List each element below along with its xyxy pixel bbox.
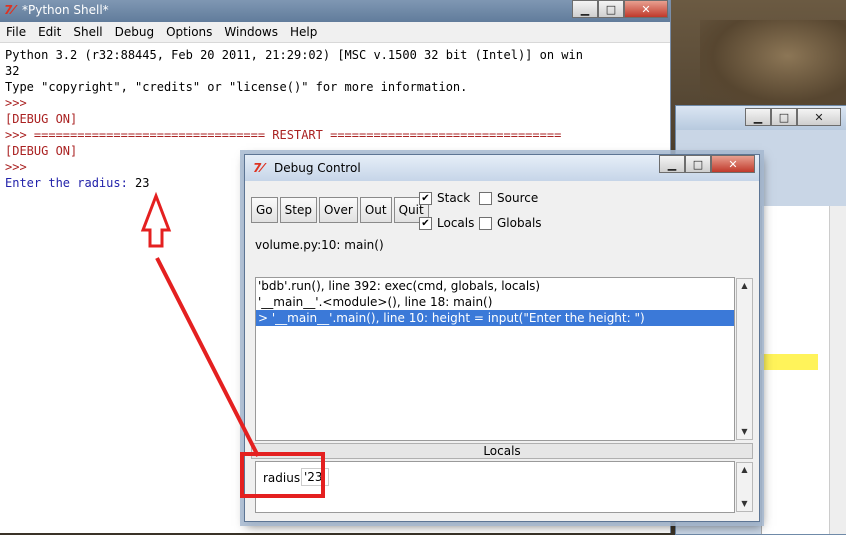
shell-line: Type "copyright", "credits" or "license(… xyxy=(5,80,468,94)
close-icon[interactable]: ✕ xyxy=(711,155,755,173)
shell-restart-line: >>> ================================ RES… xyxy=(5,128,562,142)
tk-icon: 7⁄ xyxy=(4,3,15,17)
minimize-icon[interactable]: ▁ xyxy=(745,108,771,126)
annotation-highlight-box xyxy=(240,452,325,498)
source-checkbox[interactable]: Source xyxy=(479,191,538,205)
tk-icon: 7⁄ xyxy=(253,161,264,175)
minimize-icon[interactable]: ▁ xyxy=(659,155,685,173)
menu-shell[interactable]: Shell xyxy=(67,25,108,39)
scroll-down-icon[interactable]: ▼ xyxy=(737,497,752,511)
locals-scrollbar[interactable]: ▲ ▼ xyxy=(736,462,753,512)
stack-scrollbar[interactable]: ▲ ▼ xyxy=(736,278,753,440)
minimize-icon[interactable]: ▁ xyxy=(572,0,598,18)
checkbox-unchecked-icon xyxy=(479,191,492,205)
close-icon[interactable]: ✕ xyxy=(624,0,668,18)
close-icon[interactable]: ✕ xyxy=(797,108,841,126)
stack-checkbox[interactable]: ✔ Stack xyxy=(419,191,470,205)
checkbox-checked-icon: ✔ xyxy=(419,191,432,205)
maximize-icon[interactable]: □ xyxy=(598,0,624,18)
step-button[interactable]: Step xyxy=(279,197,317,223)
menu-debug[interactable]: Debug xyxy=(109,25,160,39)
go-button[interactable]: Go xyxy=(251,197,278,223)
stack-row[interactable]: '__main__'.<module>(), line 18: main() xyxy=(256,294,734,310)
background-window-titlebar: ▁ □ ✕ xyxy=(676,106,846,130)
menu-options[interactable]: Options xyxy=(160,25,218,39)
over-button[interactable]: Over xyxy=(318,197,358,223)
stack-list[interactable]: 'bdb'.run(), line 392: exec(cmd, globals… xyxy=(255,277,753,441)
scroll-down-icon[interactable]: ▼ xyxy=(737,425,752,439)
debug-status-text: volume.py:10: main() xyxy=(255,238,384,252)
locals-header: Locals xyxy=(251,443,753,459)
maximize-icon[interactable]: □ xyxy=(685,155,711,173)
background-highlight xyxy=(760,354,818,370)
checkbox-unchecked-icon xyxy=(479,216,492,230)
stack-checkbox-label: Stack xyxy=(437,191,471,205)
debug-title: Debug Control xyxy=(274,161,361,175)
shell-debug-line: [DEBUG ON] xyxy=(5,112,78,126)
debug-button-row: Go Step Over Out Quit xyxy=(251,197,429,223)
menu-windows[interactable]: Windows xyxy=(218,25,284,39)
shell-menubar: File Edit Shell Debug Options Windows He… xyxy=(0,22,670,43)
menu-help[interactable]: Help xyxy=(284,25,323,39)
menu-edit[interactable]: Edit xyxy=(32,25,67,39)
stack-row[interactable]: 'bdb'.run(), line 392: exec(cmd, globals… xyxy=(256,278,734,294)
out-button[interactable]: Out xyxy=(359,197,392,223)
stack-row-selected[interactable]: > '__main__'.main(), line 10: height = i… xyxy=(256,310,734,326)
locals-list[interactable]: radius '23' ▲ ▼ xyxy=(255,461,753,513)
shell-line: 32 xyxy=(5,64,20,78)
locals-checkbox-label: Locals xyxy=(437,216,475,230)
background-window-scrollbar[interactable] xyxy=(829,206,846,534)
checkbox-checked-icon: ✔ xyxy=(419,216,432,230)
globals-checkbox[interactable]: Globals xyxy=(479,216,542,230)
shell-titlebar[interactable]: 7⁄ *Python Shell* ▁ □ ✕ xyxy=(0,0,670,22)
maximize-icon[interactable]: □ xyxy=(771,108,797,126)
radius-input-value[interactable]: 23 xyxy=(135,176,149,190)
shell-line: Python 3.2 (r32:88445, Feb 20 2011, 21:2… xyxy=(5,48,583,62)
debug-titlebar[interactable]: 7⁄ Debug Control ▁ □ ✕ xyxy=(245,155,759,181)
radius-prompt: Enter the radius: xyxy=(5,176,136,190)
scroll-up-icon[interactable]: ▲ xyxy=(737,463,752,477)
globals-checkbox-label: Globals xyxy=(497,216,542,230)
source-checkbox-label: Source xyxy=(497,191,539,205)
locals-checkbox[interactable]: ✔ Locals xyxy=(419,216,474,230)
menu-file[interactable]: File xyxy=(0,25,32,39)
desktop-background-photo xyxy=(700,20,846,110)
shell-title: *Python Shell* xyxy=(22,3,109,17)
scroll-up-icon[interactable]: ▲ xyxy=(737,279,752,293)
shell-prompt-line: >>> xyxy=(5,96,34,110)
